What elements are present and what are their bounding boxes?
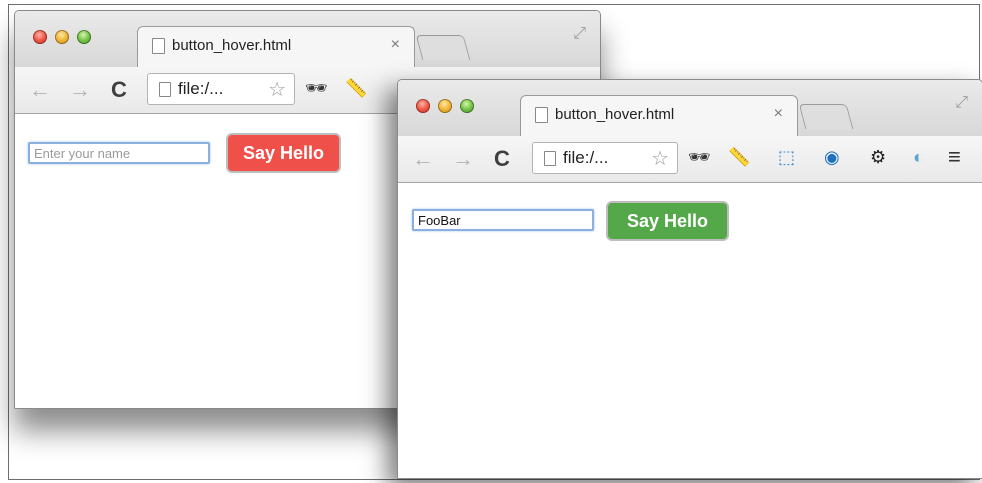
close-tab-icon[interactable]: ×: [391, 36, 400, 54]
star-icon[interactable]: ☆: [268, 77, 286, 102]
minimize-window-button[interactable]: [55, 30, 69, 44]
tab-title: button_hover.html: [555, 106, 675, 123]
extension-icon[interactable]: ◐: [913, 147, 924, 167]
tab-button-hover[interactable]: button_hover.html ×: [520, 95, 798, 137]
tab-strip: button_hover.html × ⤢: [398, 80, 982, 137]
zoom-window-button[interactable]: [77, 30, 91, 44]
ruler-extension-icon[interactable]: 📏: [345, 78, 367, 98]
zoom-window-button[interactable]: [460, 99, 474, 113]
new-tab-button[interactable]: [415, 35, 471, 60]
browser-toolbar: ← → C file:/... ☆ 🕶 📏 ⬚ ◉ ⚙ ◐ ≡: [398, 136, 982, 183]
address-bar[interactable]: file:/... ☆: [532, 142, 678, 174]
incognito-extension-icon[interactable]: 🕶: [305, 78, 328, 98]
page-content: Say Hello: [398, 183, 982, 478]
tab-title: button_hover.html: [172, 37, 292, 54]
incognito-extension-icon[interactable]: 🕶: [688, 147, 711, 167]
forward-arrow-icon[interactable]: →: [452, 148, 474, 170]
browser-window-2: button_hover.html × ⤢ ← → C file:/... ☆ …: [397, 79, 982, 479]
eye-extension-icon[interactable]: ◉: [824, 147, 840, 167]
screen-capture-icon[interactable]: ⬚: [778, 147, 795, 167]
menu-icon[interactable]: ≡: [948, 146, 961, 168]
address-text: file:/...: [563, 148, 609, 167]
forward-arrow-icon[interactable]: →: [69, 79, 91, 101]
reload-icon[interactable]: C: [111, 77, 127, 103]
back-arrow-icon[interactable]: ←: [29, 79, 51, 101]
back-arrow-icon[interactable]: ←: [412, 148, 434, 170]
file-icon: [159, 82, 171, 97]
say-hello-button[interactable]: Say Hello: [606, 201, 729, 241]
close-tab-icon[interactable]: ×: [774, 105, 783, 123]
file-icon: [544, 151, 556, 166]
fullscreen-icon[interactable]: ⤢: [573, 25, 586, 43]
name-input[interactable]: [412, 209, 594, 231]
page-icon: [535, 107, 548, 123]
fullscreen-icon[interactable]: ⤢: [955, 94, 968, 112]
star-icon[interactable]: ☆: [651, 146, 669, 171]
new-tab-button[interactable]: [798, 104, 854, 129]
minimize-window-button[interactable]: [438, 99, 452, 113]
reload-icon[interactable]: C: [494, 146, 510, 172]
page-icon: [152, 38, 165, 54]
gear-icon[interactable]: ⚙: [870, 147, 886, 167]
name-input[interactable]: [28, 142, 210, 164]
address-text: file:/...: [178, 79, 224, 98]
ruler-extension-icon[interactable]: 📏: [728, 147, 750, 167]
tab-strip: button_hover.html × ⤢: [15, 11, 600, 68]
close-window-button[interactable]: [416, 99, 430, 113]
say-hello-button[interactable]: Say Hello: [226, 133, 341, 173]
address-bar[interactable]: file:/... ☆: [147, 73, 295, 105]
tab-button-hover[interactable]: button_hover.html ×: [137, 26, 415, 68]
close-window-button[interactable]: [33, 30, 47, 44]
